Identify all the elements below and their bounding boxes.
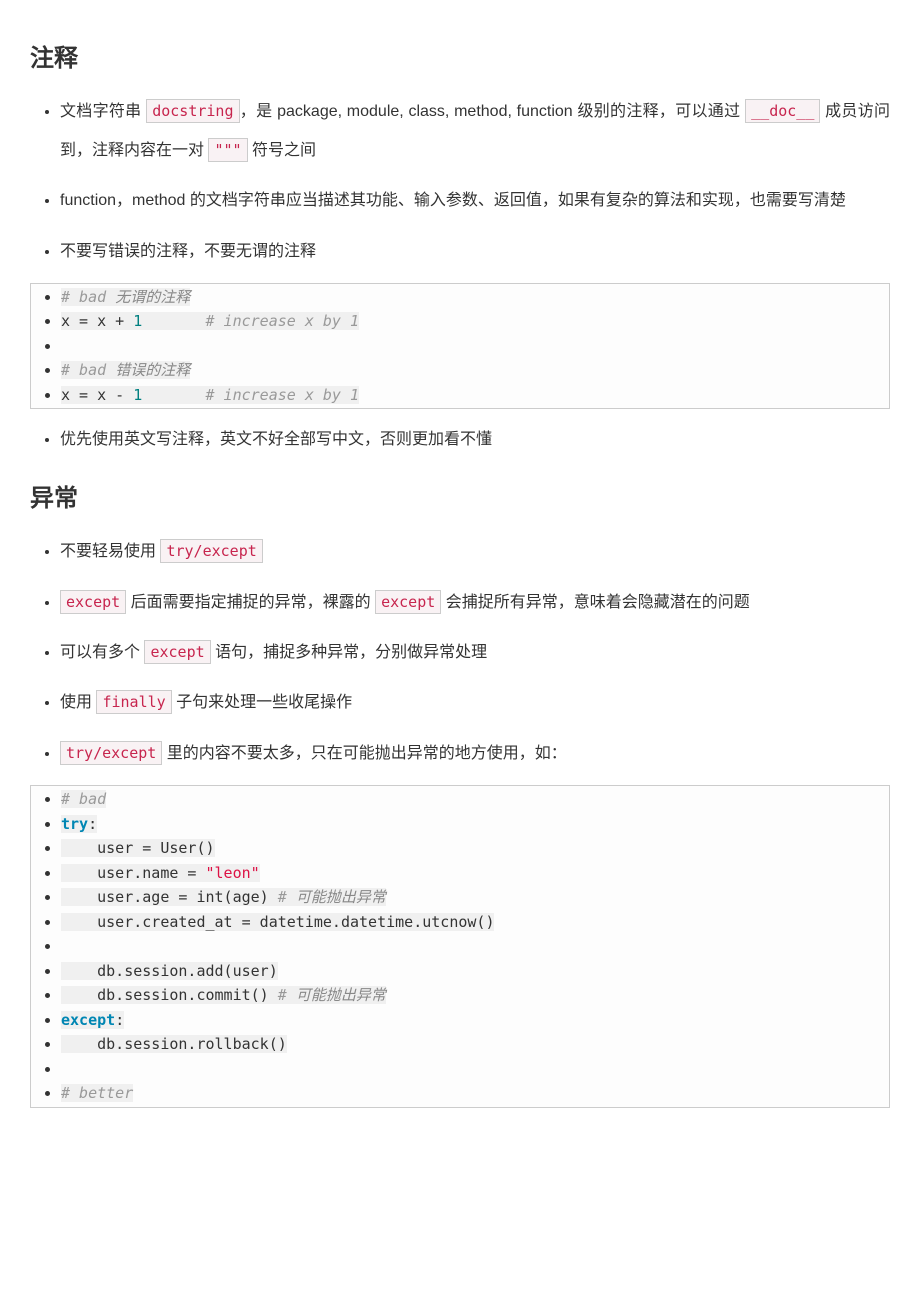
- text: 可以有多个: [60, 644, 144, 661]
- text: 子句来处理一些收尾操作: [172, 694, 352, 711]
- code-block-exceptions: # bad try: user = User() user.name = "le…: [30, 785, 890, 1108]
- list-item: 使用 finally 子句来处理一些收尾操作: [60, 684, 890, 722]
- list-item: 可以有多个 except 语句，捕捉多种异常，分别做异常处理: [60, 634, 890, 672]
- text: 不要轻易使用: [60, 543, 160, 560]
- text: ，是 package, module, class, method, funct…: [240, 103, 746, 120]
- code-try-except: try/except: [60, 741, 162, 765]
- list-item: function，method 的文档字符串应当描述其功能、输入参数、返回值，如…: [60, 182, 890, 220]
- list-item: 优先使用英文写注释，英文不好全部写中文，否则更加看不懂: [60, 421, 890, 459]
- code-finally: finally: [96, 690, 171, 714]
- code-line: user.age = int(age) # 可能抛出异常: [61, 886, 889, 909]
- code-line: user = User(): [61, 837, 889, 860]
- code-line: db.session.commit() # 可能抛出异常: [61, 984, 889, 1007]
- code-except: except: [375, 590, 441, 614]
- list-item: 不要轻易使用 try/except: [60, 533, 890, 571]
- code-line: user.name = "leon": [61, 862, 889, 885]
- text: 使用: [60, 694, 96, 711]
- code-line: [61, 1058, 889, 1081]
- code-line: x = x - 1 # increase x by 1: [61, 384, 889, 407]
- list-item: 不要写错误的注释，不要无谓的注释: [60, 233, 890, 271]
- text: 语句，捕捉多种异常，分别做异常处理: [211, 644, 487, 661]
- list-item: 文档字符串 docstring，是 package, module, class…: [60, 93, 890, 170]
- code-line: # bad: [61, 788, 889, 811]
- code-line: user.created_at = datetime.datetime.utcn…: [61, 911, 889, 934]
- code-line: # bad 错误的注释: [61, 359, 889, 382]
- code-line: [61, 335, 889, 358]
- code-triple-quote: """: [208, 138, 247, 162]
- list-comments-after: 优先使用英文写注释，英文不好全部写中文，否则更加看不懂: [30, 421, 890, 459]
- code-except: except: [144, 640, 210, 664]
- code-line: db.session.rollback(): [61, 1033, 889, 1056]
- text: 符号之间: [248, 142, 316, 159]
- heading-comments: 注释: [30, 40, 890, 78]
- code-line: # bad 无谓的注释: [61, 286, 889, 309]
- text: 会捕捉所有异常，意味着会隐藏潜在的问题: [441, 594, 749, 611]
- text: 后面需要指定捕捉的异常，裸露的: [126, 594, 375, 611]
- code-line: db.session.add(user): [61, 960, 889, 983]
- code-line: x = x + 1 # increase x by 1: [61, 310, 889, 333]
- code-line: except:: [61, 1009, 889, 1032]
- heading-exceptions: 异常: [30, 480, 890, 518]
- text: 里的内容不要太多，只在可能抛出异常的地方使用，如：: [162, 745, 566, 762]
- code-docstring: docstring: [146, 99, 239, 123]
- code-except: except: [60, 590, 126, 614]
- code-block-comments: # bad 无谓的注释 x = x + 1 # increase x by 1 …: [30, 283, 890, 410]
- list-comments: 文档字符串 docstring，是 package, module, class…: [30, 93, 890, 271]
- list-item: try/except 里的内容不要太多，只在可能抛出异常的地方使用，如：: [60, 735, 890, 773]
- code-line: [61, 935, 889, 958]
- code-line: # better: [61, 1082, 889, 1105]
- text: 文档字符串: [60, 103, 146, 120]
- list-exceptions: 不要轻易使用 try/except except 后面需要指定捕捉的异常，裸露的…: [30, 533, 890, 773]
- code-try-except: try/except: [160, 539, 262, 563]
- code-doc-attr: __doc__: [745, 99, 820, 123]
- list-item: except 后面需要指定捕捉的异常，裸露的 except 会捕捉所有异常，意味…: [60, 584, 890, 622]
- code-line: try:: [61, 813, 889, 836]
